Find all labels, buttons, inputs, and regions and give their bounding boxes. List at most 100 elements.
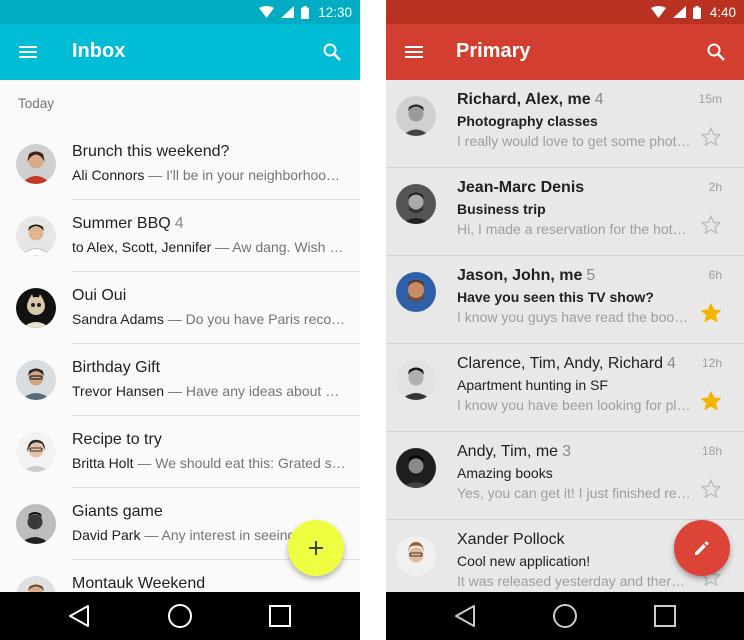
item-title: Giants game xyxy=(72,503,167,521)
senders-text: Jason, John, me xyxy=(457,267,583,284)
home-button[interactable] xyxy=(550,601,580,631)
inbox-phone: 12:30 Inbox Today Brunch this weekend? A… xyxy=(0,0,360,640)
snippet-text: Hi, I made a reservation for the hotel y… xyxy=(457,221,691,237)
item-preview: Trevor Hansen — Have any ideas about wha… xyxy=(72,383,346,399)
star-icon[interactable] xyxy=(700,478,722,500)
snippet-text: — We should eat this: Grated squash xyxy=(137,455,346,471)
avatar xyxy=(16,360,56,400)
status-bar: 12:30 xyxy=(0,0,360,24)
signal-icon xyxy=(281,6,295,18)
list-item[interactable]: Birthday Gift Trevor Hansen — Have any i… xyxy=(0,344,360,416)
star-icon[interactable] xyxy=(700,126,722,148)
avatar xyxy=(396,184,436,224)
recents-icon xyxy=(269,605,291,627)
timestamp: 12h xyxy=(701,356,722,370)
app-bar-title: Primary xyxy=(456,40,531,62)
subject-text: Photography classes xyxy=(457,113,598,129)
list-item[interactable]: Jason, John, me 5 Have you seen this TV s… xyxy=(386,256,744,344)
senders-text: Clarence, Tim, Andy, Richard xyxy=(457,355,664,372)
message-count: 3 xyxy=(562,443,571,460)
subject-text: Business trip xyxy=(457,201,546,217)
list-item[interactable]: Oui Oui Sandra Adams — Do you have Paris… xyxy=(0,272,360,344)
sender-names: Xander Pollock xyxy=(457,531,569,549)
navigation-bar xyxy=(386,592,744,640)
home-button[interactable] xyxy=(165,601,195,631)
item-title: Birthday Gift xyxy=(72,359,164,377)
snippet-text: It was released yesterday and there's a … xyxy=(457,573,691,589)
list-item[interactable]: Richard, Alex, me 4 Photography classes I… xyxy=(386,80,744,168)
message-count: 5 xyxy=(586,267,596,284)
search-icon xyxy=(323,43,341,61)
star-icon[interactable] xyxy=(700,214,722,236)
search-button[interactable] xyxy=(318,38,346,66)
avatar xyxy=(16,432,56,472)
subject-text: Birthday Gift xyxy=(72,359,161,376)
sender-names: Jason, John, me 5 xyxy=(457,267,595,285)
subject-text: Apartment hunting in SF xyxy=(457,377,608,393)
message-count: 4 xyxy=(594,91,604,108)
status-time: 12:30 xyxy=(318,4,352,20)
compose-fab[interactable] xyxy=(674,520,730,576)
list-item[interactable]: Clarence, Tim, Andy, Richard 4 Apartment … xyxy=(386,344,744,432)
back-button[interactable] xyxy=(450,601,480,631)
pencil-icon xyxy=(695,541,709,555)
navigation-bar xyxy=(0,592,360,640)
recents-icon xyxy=(654,605,676,627)
item-preview: to Alex, Scott, Jennifer — Aw dang. Wish… xyxy=(72,239,346,255)
home-icon xyxy=(168,604,192,628)
sender-name: David Park xyxy=(72,527,141,543)
sender-name: to Alex, Scott, Jennifer xyxy=(72,239,212,255)
add-icon xyxy=(309,541,323,555)
menu-button[interactable] xyxy=(14,38,42,66)
item-title: Montauk Weekend xyxy=(72,575,209,593)
back-button[interactable] xyxy=(64,601,94,631)
sender-names: Jean-Marc Denis xyxy=(457,179,588,197)
sender-name: Sandra Adams xyxy=(72,311,164,327)
app-bar: Inbox xyxy=(0,24,360,80)
battery-icon xyxy=(692,5,701,19)
list-item[interactable]: Jean-Marc Denis Business trip Hi, I made… xyxy=(386,168,744,256)
status-icons: 12:30 xyxy=(259,0,352,24)
gmail-phone: 4:40 Primary Richard, Alex, me 4 Photogra… xyxy=(386,0,744,640)
status-icons: 4:40 xyxy=(650,0,736,24)
subject-text: Oui Oui xyxy=(72,287,127,304)
subject-text: Recipe to try xyxy=(72,431,162,448)
avatar xyxy=(16,288,56,328)
avatar xyxy=(396,448,436,488)
timestamp: 15m xyxy=(698,92,722,106)
list-item[interactable]: Recipe to try Britta Holt — We should ea… xyxy=(0,416,360,488)
senders-text: Richard, Alex, me xyxy=(457,91,591,108)
menu-icon xyxy=(405,46,423,58)
wifi-icon xyxy=(650,6,666,18)
snippet-text: Yes, you can get it! I just finished rea… xyxy=(457,485,691,501)
menu-button[interactable] xyxy=(400,38,428,66)
list-item[interactable]: Andy, Tim, me 3 Amazing books Yes, you ca… xyxy=(386,432,744,520)
star-icon[interactable] xyxy=(700,390,722,412)
signal-icon xyxy=(672,6,686,18)
avatar xyxy=(16,504,56,544)
status-time: 4:40 xyxy=(709,4,736,20)
snippet-text: — I'll be in your neighborhood doing err… xyxy=(148,167,346,183)
list-item[interactable]: Brunch this weekend? Ali Connors — I'll … xyxy=(0,128,360,200)
message-count: 4 xyxy=(667,355,676,372)
senders-text: Xander Pollock xyxy=(457,531,565,548)
compose-fab[interactable] xyxy=(288,520,344,576)
subject-text: Amazing books xyxy=(457,465,553,481)
recents-button[interactable] xyxy=(650,601,680,631)
list-item[interactable]: Summer BBQ 4 to Alex, Scott, Jennifer — A… xyxy=(0,200,360,272)
avatar xyxy=(396,360,436,400)
star-icon[interactable] xyxy=(700,302,722,324)
item-title: Recipe to try xyxy=(72,431,166,449)
subject-text: Giants game xyxy=(72,503,163,520)
recents-button[interactable] xyxy=(265,601,295,631)
snippet-text: — Have any ideas about what we should ge… xyxy=(167,383,346,399)
subject-text: Have you seen this TV show? xyxy=(457,289,654,305)
search-button[interactable] xyxy=(702,38,730,66)
senders-text: Andy, Tim, me xyxy=(457,443,559,460)
home-icon xyxy=(553,604,577,628)
back-icon xyxy=(455,605,475,627)
avatar xyxy=(396,272,436,312)
timestamp: 6h xyxy=(708,268,722,282)
app-bar: Primary xyxy=(386,24,744,80)
subject-text: Summer BBQ xyxy=(72,215,171,232)
